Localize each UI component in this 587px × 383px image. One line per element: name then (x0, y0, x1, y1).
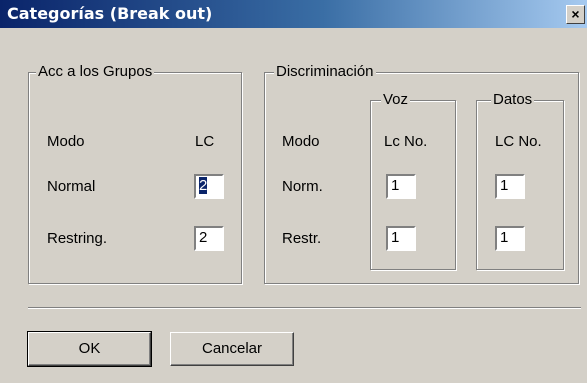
close-icon[interactable]: × (566, 5, 585, 24)
voz-restr-value: 1 (391, 229, 400, 246)
datos-restr-value: 1 (500, 229, 509, 246)
acc-restring-value: 2 (199, 229, 208, 246)
ok-button[interactable]: OK (27, 331, 152, 367)
acc-restring-field[interactable]: 2 (194, 226, 224, 251)
acc-normal-field[interactable]: 2 (194, 174, 224, 199)
disc-modo-label: Modo (282, 133, 320, 150)
voz-legend: Voz (381, 91, 411, 108)
acc-restring-label: Restring. (47, 230, 108, 247)
acc-lc-header: LC (195, 133, 215, 150)
acc-grupos-legend: Acc a los Grupos (36, 63, 155, 80)
datos-norm-field[interactable]: 1 (495, 174, 525, 199)
datos-header: LC No. (495, 133, 542, 150)
acc-normal-value: 2 (199, 177, 208, 194)
disc-restr-label: Restr. (282, 230, 322, 247)
discriminacion-legend: Discriminación (274, 63, 376, 80)
datos-restr-field[interactable]: 1 (495, 226, 525, 251)
acc-normal-label: Normal (47, 178, 96, 195)
voz-norm-field[interactable]: 1 (386, 174, 416, 199)
voz-restr-field[interactable]: 1 (386, 226, 416, 251)
voz-header: Lc No. (384, 133, 428, 150)
acc-modo-label: Modo (47, 133, 85, 150)
disc-norm-label: Norm. (282, 178, 323, 195)
categorias-dialog: Categorías (Break out) × Acc a los Grupo… (0, 0, 587, 383)
datos-norm-value: 1 (500, 177, 509, 194)
cancel-button[interactable]: Cancelar (170, 332, 294, 366)
voz-norm-value: 1 (391, 177, 400, 194)
separator (28, 307, 581, 309)
window-title: Categorías (Break out) (7, 4, 213, 23)
datos-legend: Datos (491, 91, 535, 108)
title-bar[interactable]: Categorías (Break out) × (0, 0, 587, 28)
